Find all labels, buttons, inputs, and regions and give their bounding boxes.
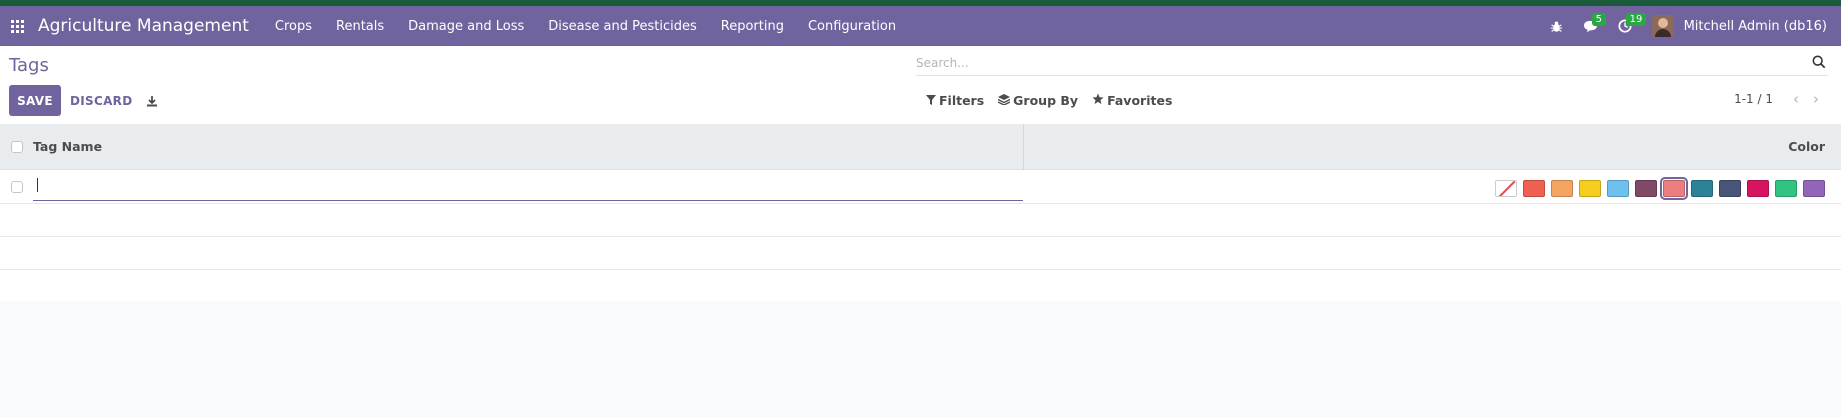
- color-picker: [1489, 177, 1825, 200]
- table-row-editing[interactable]: [0, 170, 1841, 204]
- discard-button[interactable]: DISCARD: [70, 85, 132, 116]
- messages-chat-icon[interactable]: 5: [1574, 6, 1608, 46]
- table-row-empty: [0, 204, 1841, 237]
- activities-badge: 19: [1625, 13, 1647, 26]
- pager-value[interactable]: 1-1 / 1: [1734, 92, 1773, 106]
- color-swatch-9[interactable]: [1747, 180, 1769, 197]
- export-download-icon[interactable]: [143, 85, 161, 116]
- control-panel: Tags SAVE DISCARD Filters Group By Favor: [0, 46, 1841, 124]
- apps-menu-icon[interactable]: [0, 6, 34, 46]
- color-swatch-7[interactable]: [1691, 180, 1713, 197]
- main-navbar: Agriculture Management Crops Rentals Dam…: [0, 6, 1841, 46]
- tag-name-input[interactable]: [33, 173, 1023, 201]
- color-swatch-11[interactable]: [1803, 180, 1825, 197]
- color-swatch-3[interactable]: [1579, 180, 1601, 197]
- tags-list: Tag Name Color: [0, 124, 1841, 303]
- save-button[interactable]: SAVE: [9, 85, 61, 116]
- table-row-empty: [0, 237, 1841, 270]
- group-by-label: Group By: [1013, 93, 1079, 108]
- column-resize-handle[interactable]: [1023, 124, 1024, 170]
- menu-rentals[interactable]: Rentals: [324, 6, 396, 46]
- select-all-checkbox[interactable]: [10, 140, 23, 153]
- layers-icon: [997, 93, 1011, 108]
- color-swatch-4[interactable]: [1607, 180, 1629, 197]
- search-bar: [916, 52, 1828, 76]
- search-icon[interactable]: [1812, 54, 1828, 70]
- color-swatch-2[interactable]: [1551, 180, 1573, 197]
- menu-reporting[interactable]: Reporting: [709, 6, 796, 46]
- pager-previous-icon[interactable]: ‹: [1793, 90, 1799, 108]
- table-row-empty: [0, 270, 1841, 303]
- color-swatch-5[interactable]: [1635, 180, 1657, 197]
- favorites-button[interactable]: Favorites: [1092, 93, 1172, 108]
- row-checkbox-cell: [0, 180, 33, 193]
- navbar-systray: 5 19 Mitchell Admin (db16): [1540, 6, 1841, 46]
- text-caret: [37, 178, 38, 192]
- search-input[interactable]: [916, 52, 1796, 74]
- activities-clock-icon[interactable]: 19: [1608, 6, 1647, 46]
- list-empty-area: [0, 301, 1841, 417]
- star-icon: [1092, 93, 1104, 108]
- filters-button[interactable]: Filters: [926, 93, 984, 108]
- menu-crops[interactable]: Crops: [263, 6, 324, 46]
- color-swatch-1[interactable]: [1523, 180, 1545, 197]
- group-by-button[interactable]: Group By: [997, 93, 1079, 108]
- color-swatch-10[interactable]: [1775, 180, 1797, 197]
- menu-configuration[interactable]: Configuration: [796, 6, 908, 46]
- messages-badge: 5: [1591, 13, 1606, 26]
- debug-bug-icon[interactable]: [1540, 6, 1574, 46]
- color-swatch-8[interactable]: [1719, 180, 1741, 197]
- filter-funnel-icon: [926, 94, 936, 108]
- user-menu[interactable]: Mitchell Admin (db16): [1651, 15, 1827, 37]
- pager-next-icon[interactable]: ›: [1813, 90, 1819, 108]
- color-swatch-none[interactable]: [1495, 180, 1517, 197]
- row-checkbox[interactable]: [10, 180, 23, 193]
- table-header: Tag Name Color: [0, 124, 1841, 170]
- favorites-label: Favorites: [1107, 93, 1173, 108]
- breadcrumb-title: Tags: [9, 55, 49, 76]
- column-header-color[interactable]: Color: [1788, 139, 1825, 154]
- filters-label: Filters: [939, 93, 985, 108]
- user-name: Mitchell Admin (db16): [1683, 18, 1827, 34]
- select-all-checkbox-cell: [0, 140, 33, 153]
- color-swatch-6[interactable]: [1660, 177, 1688, 200]
- menu-disease-and-pesticides[interactable]: Disease and Pesticides: [536, 6, 709, 46]
- user-avatar: [1651, 15, 1674, 37]
- menu-damage-and-loss[interactable]: Damage and Loss: [396, 6, 536, 46]
- search-options: Filters Group By Favorites: [926, 93, 1186, 108]
- app-brand[interactable]: Agriculture Management: [38, 16, 249, 36]
- column-header-tag-name[interactable]: Tag Name: [33, 139, 1023, 154]
